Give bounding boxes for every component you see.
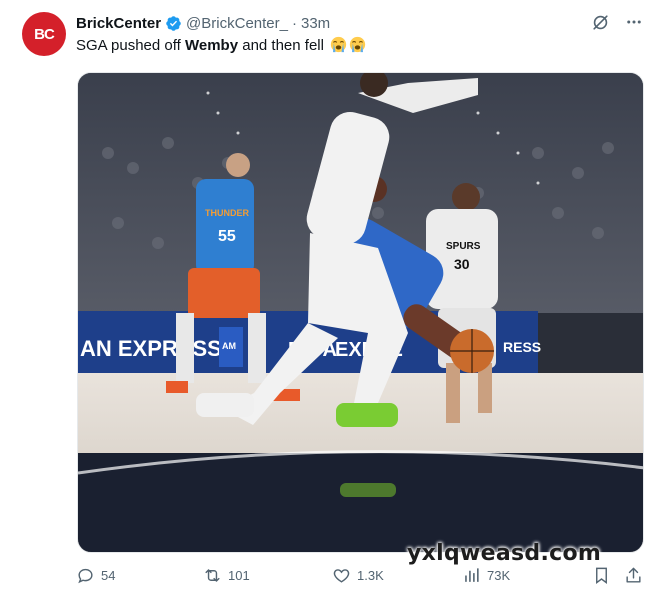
spurs-jersey-team: SPURS <box>446 241 481 252</box>
repost-count: 101 <box>228 568 250 583</box>
more-options-icon[interactable] <box>624 12 644 32</box>
repost-icon <box>205 569 220 582</box>
tweet-text-part: SGA pushed off <box>76 37 185 54</box>
tweet-text-part: and then fell <box>238 37 324 54</box>
reply-button[interactable]: 54 <box>76 566 115 585</box>
like-button[interactable]: 1.3K <box>332 566 384 585</box>
like-count: 1.3K <box>357 568 384 583</box>
tweet-action-bar: 54 101 1.3K 73K <box>76 566 646 590</box>
top-actions <box>590 12 644 32</box>
banner-text-2: AM <box>222 341 236 351</box>
timestamp[interactable]: 33m <box>301 15 330 32</box>
avatar[interactable]: BC <box>22 12 66 56</box>
author-handle[interactable]: @BrickCenter_ <box>186 15 288 32</box>
tweet-text-bold: Wemby <box>184 37 239 54</box>
tweet-header: BrickCenter @BrickCenter_ · 33m <box>76 12 330 34</box>
separator-dot: · <box>291 14 297 32</box>
avatar-logo-text: BC <box>34 25 55 43</box>
banner-text-5: RESS <box>503 339 541 355</box>
views-bar-chart-icon <box>465 568 479 582</box>
spurs-jersey-number: 30 <box>454 256 470 272</box>
thunder-jersey-number: 55 <box>218 228 236 245</box>
reply-icon <box>78 568 93 584</box>
repost-button[interactable]: 101 <box>203 566 250 585</box>
share-icon <box>626 567 641 583</box>
views-button[interactable]: 73K <box>462 566 510 585</box>
court-dark-paint <box>78 453 643 552</box>
thunder-jersey-team: THUNDER <box>205 208 249 218</box>
heart-icon <box>333 569 350 583</box>
reply-count: 54 <box>101 568 116 583</box>
basketball-photo: AN EXPRESS AM RICA EXPRE RESS THUNDER 55 <box>78 73 643 552</box>
tweet-card[interactable]: BC BrickCenter @BrickCenter_ · 33m SGA p… <box>0 0 660 595</box>
tweet-media-photo[interactable]: AN EXPRESS AM RICA EXPRE RESS THUNDER 55 <box>77 72 644 553</box>
share-button[interactable] <box>624 566 643 585</box>
author-display-name[interactable]: BrickCenter <box>76 15 161 32</box>
loudly-crying-face-icon <box>330 36 347 53</box>
verified-badge-icon <box>166 15 181 31</box>
watermark-text: yxlqweasd.com <box>407 541 602 566</box>
loudly-crying-face-icon <box>349 36 366 53</box>
views-count: 73K <box>487 568 511 583</box>
tweet-text: SGA pushed off Wemby and then fell <box>76 36 366 56</box>
grok-icon[interactable] <box>590 12 610 32</box>
bookmark-button[interactable] <box>592 566 611 585</box>
bookmark-icon <box>596 567 607 585</box>
banner-text-1: AN EXPRESS <box>80 336 222 361</box>
